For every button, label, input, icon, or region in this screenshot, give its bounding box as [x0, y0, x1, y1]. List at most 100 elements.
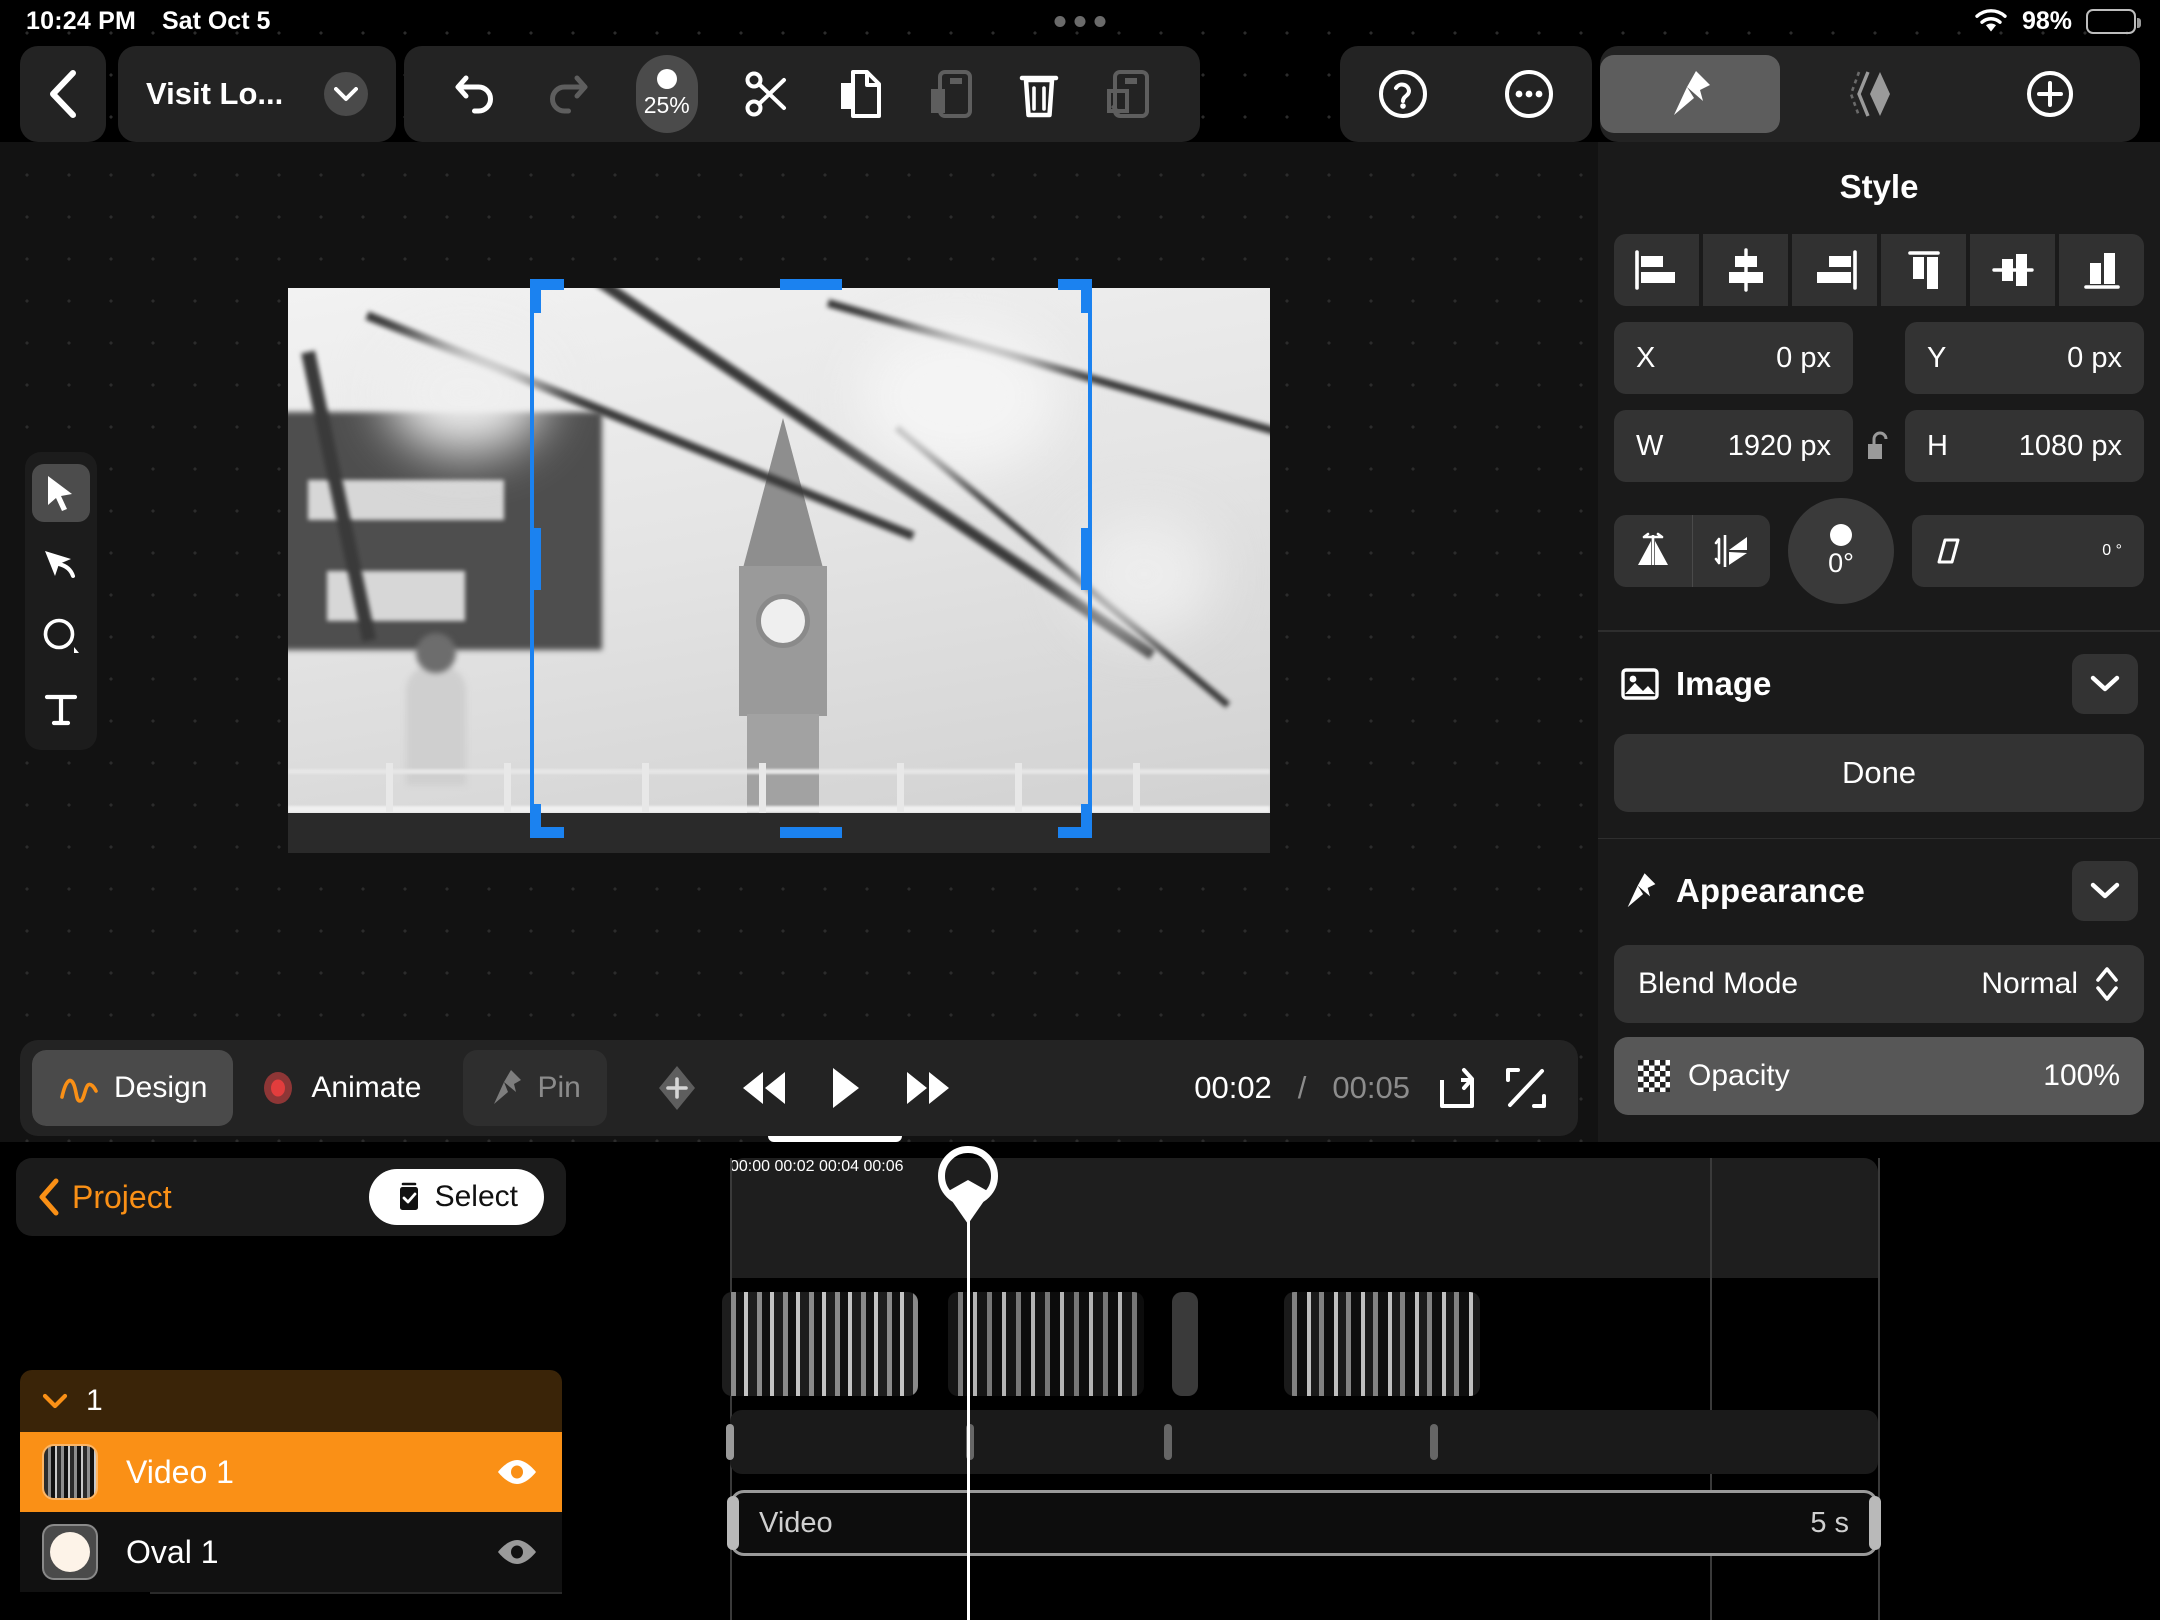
- mode-pin[interactable]: Pin: [463, 1050, 607, 1126]
- pin-brush-icon: [1620, 871, 1660, 911]
- image-done-button[interactable]: Done: [1614, 733, 2144, 812]
- plus-circle-icon: [2025, 69, 2075, 119]
- delete-button[interactable]: [1018, 46, 1060, 142]
- back-button[interactable]: [20, 46, 106, 142]
- timeline[interactable]: 00:00 00:02 00:04 00:06 Video 5 s: [582, 1130, 2160, 1620]
- status-date: Sat Oct 5: [162, 6, 271, 35]
- copy-button[interactable]: [837, 46, 883, 142]
- text-t-icon: [43, 691, 79, 727]
- top-toolbar: Visit Lo... 25%: [0, 46, 2160, 142]
- eye-icon[interactable]: [494, 1537, 540, 1567]
- time-separator: /: [1297, 1070, 1307, 1105]
- align-top-button[interactable]: [1881, 234, 1966, 306]
- timeline-ruler[interactable]: 00:00 00:02 00:04 00:06: [730, 1158, 1878, 1278]
- clip-duration: 5 s: [1810, 1506, 1849, 1539]
- layer-group-row[interactable]: 1: [20, 1370, 562, 1432]
- filmstrip-frame: [722, 1292, 918, 1396]
- cut-button[interactable]: [743, 46, 791, 142]
- zoom-level-control[interactable]: 25%: [635, 46, 698, 142]
- layer-row-oval-1[interactable]: Oval 1: [20, 1512, 562, 1592]
- rotation-dial[interactable]: 0°: [1788, 498, 1894, 604]
- fast-forward-button[interactable]: [903, 1068, 953, 1108]
- timeline-segment-markers[interactable]: [726, 1410, 1878, 1474]
- loop-button[interactable]: [1436, 1066, 1478, 1110]
- appearance-collapse-button[interactable]: [2072, 861, 2138, 921]
- path-tool[interactable]: [32, 536, 90, 594]
- chevron-down-icon[interactable]: [324, 72, 368, 116]
- keyframe-diamond-icon[interactable]: [655, 1064, 699, 1112]
- mode-design[interactable]: Design: [32, 1050, 234, 1126]
- trash-icon: [1018, 69, 1060, 119]
- y-label: Y: [1927, 341, 1947, 374]
- paste-button[interactable]: [928, 46, 973, 142]
- play-button[interactable]: [829, 1066, 863, 1110]
- clip-name: Video: [759, 1506, 833, 1539]
- tab-layers[interactable]: [1780, 55, 1960, 133]
- pen-cursor-icon: [43, 548, 79, 582]
- eye-icon[interactable]: [494, 1457, 540, 1487]
- layer-row-video-1[interactable]: Video 1: [20, 1432, 562, 1512]
- status-bar: 10:24 PM Sat Oct 5 98%: [0, 0, 2160, 42]
- y-field[interactable]: Y 0 px: [1905, 322, 2144, 394]
- paste-icon: [928, 69, 973, 119]
- align-right-button[interactable]: [1792, 234, 1877, 306]
- project-title-button[interactable]: Visit Lo...: [118, 46, 396, 142]
- opacity-row[interactable]: Opacity 100%: [1614, 1037, 2144, 1115]
- ellipse-icon: [41, 617, 81, 657]
- timeline-filmstrip[interactable]: [722, 1292, 1488, 1396]
- layers-back-button[interactable]: Project: [38, 1178, 172, 1216]
- duplicate-button[interactable]: [1105, 46, 1151, 142]
- fullscreen-button[interactable]: [1504, 1066, 1548, 1110]
- select-button[interactable]: Select: [368, 1169, 544, 1225]
- image-section-title: Image: [1676, 664, 1772, 702]
- timeline-clip-video[interactable]: Video 5 s: [727, 1490, 1881, 1556]
- align-center-horizontal-button[interactable]: [1703, 234, 1788, 306]
- width-field[interactable]: W 1920 px: [1614, 410, 1853, 482]
- skew-field[interactable]: 0 °: [1912, 515, 2144, 587]
- clip-trim-handle-left[interactable]: [727, 1496, 739, 1550]
- align-bottom-button[interactable]: [2059, 234, 2144, 306]
- chevron-down-icon: [2090, 882, 2120, 900]
- playhead-line: [967, 1184, 970, 1620]
- mode-animate-label: Animate: [311, 1071, 422, 1104]
- unlocked-padlock-icon: [1865, 430, 1893, 462]
- layer-divider: [150, 1592, 562, 1594]
- undo-button[interactable]: [453, 46, 499, 142]
- opacity-value: 100%: [2043, 1059, 2120, 1092]
- rewind-button[interactable]: [739, 1068, 789, 1108]
- total-time: 00:05: [1332, 1070, 1410, 1105]
- artboard[interactable]: [288, 288, 1270, 853]
- layers-icon: [1848, 68, 1892, 120]
- more-options-button[interactable]: [1503, 46, 1555, 142]
- tab-style[interactable]: [1600, 55, 1780, 133]
- clip-trim-handle-right[interactable]: [1869, 1496, 1881, 1550]
- height-field[interactable]: H 1080 px: [1905, 410, 2144, 482]
- filmstrip-frame: [948, 1292, 1144, 1396]
- appearance-section-header: Appearance: [1598, 839, 2160, 931]
- flip-horizontal-button[interactable]: [1614, 515, 1692, 587]
- align-left-button[interactable]: [1614, 234, 1699, 306]
- tab-add[interactable]: [1960, 55, 2140, 133]
- zoom-level-value: 25%: [643, 92, 690, 118]
- select-tool[interactable]: [32, 464, 90, 522]
- blend-mode-row[interactable]: Blend Mode Normal: [1614, 945, 2144, 1023]
- canvas-area[interactable]: [0, 142, 1598, 1142]
- aspect-lock-button[interactable]: [1861, 430, 1897, 462]
- x-field[interactable]: X 0 px: [1614, 322, 1853, 394]
- mode-design-label: Design: [114, 1071, 208, 1104]
- help-toolbar-group: [1340, 46, 1592, 142]
- transport-controls: [655, 1064, 953, 1112]
- chevron-down-icon[interactable]: [42, 1393, 68, 1409]
- redo-button[interactable]: [544, 46, 590, 142]
- image-collapse-button[interactable]: [2072, 653, 2138, 714]
- help-button[interactable]: [1377, 46, 1429, 142]
- chevron-up-down-icon[interactable]: [2094, 964, 2120, 1004]
- flip-vertical-button[interactable]: [1692, 515, 1770, 587]
- pin-icon: [489, 1068, 523, 1108]
- page-title: Visit Lo...: [146, 76, 284, 111]
- align-center-vertical-button[interactable]: [1970, 234, 2055, 306]
- ruler-label-1: 00:02: [774, 1158, 815, 1175]
- text-tool[interactable]: [32, 680, 90, 738]
- mode-animate[interactable]: Animate: [233, 1050, 447, 1126]
- shape-tool[interactable]: [32, 608, 90, 666]
